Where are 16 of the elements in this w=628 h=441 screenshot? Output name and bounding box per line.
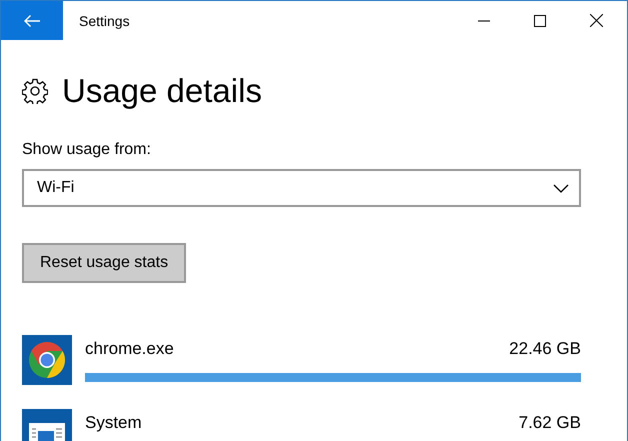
usage-amount: 7.62 GB [518,413,581,433]
minimize-icon [478,20,490,22]
window-title: Settings [79,12,130,28]
settings-icon [22,78,48,104]
usage-amount: 22.46 GB [509,339,581,359]
maximize-icon [534,14,546,26]
chevron-down-icon [553,184,569,192]
chrome-icon [22,335,72,385]
app-name: chrome.exe [85,339,174,359]
app-name: System [85,413,142,433]
back-arrow-icon [23,14,41,28]
usage-source-dropdown[interactable]: Wi-Fi [22,169,581,207]
reset-button[interactable]: Reset usage stats [22,243,186,283]
close-icon [590,14,602,27]
field-label: Show usage from: [22,141,151,159]
page-title: Usage details [62,72,262,110]
